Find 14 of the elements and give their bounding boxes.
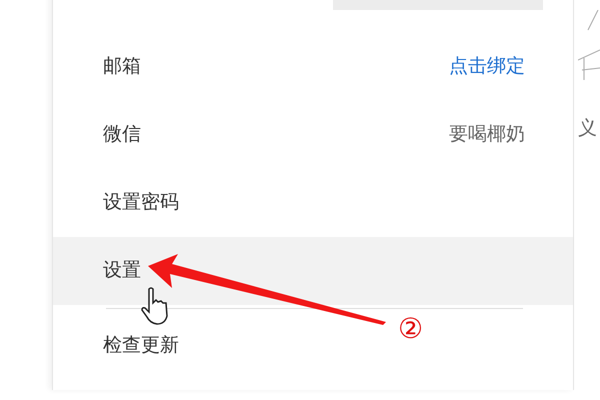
background-text: 义 [578,117,597,141]
menu-label: 设置 [103,258,141,283]
menu-item[interactable]: 微信 要喝椰奶 [53,101,573,169]
menu-label: 微信 [103,122,141,147]
account-value: 要喝椰奶 [449,122,525,147]
menu-item[interactable]: 设置 [53,237,573,305]
menu-label: 检查更新 [103,334,179,358]
menu-label: 邮箱 [103,54,141,79]
hand-cursor-icon [140,286,170,326]
step-number: ② [398,315,423,343]
menu-item[interactable]: 设置密码 [53,169,573,237]
menu-label: 设置密码 [103,190,179,215]
menu-item[interactable]: 邮箱 点击绑定 [53,33,573,101]
bind-link[interactable]: 点击绑定 [449,52,525,82]
